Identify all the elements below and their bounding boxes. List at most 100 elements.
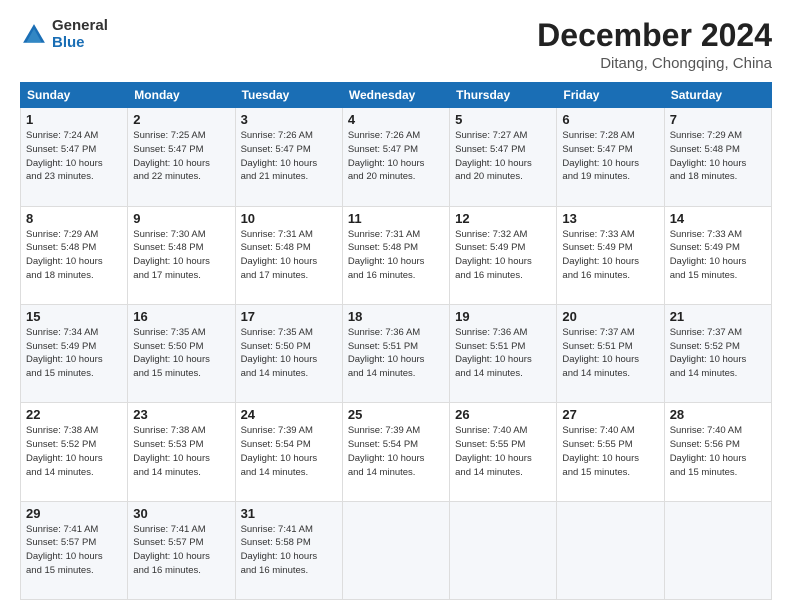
day-number: 3 [241,112,337,127]
day-number: 14 [670,211,766,226]
cell-info: Sunrise: 7:24 AMSunset: 5:47 PMDaylight:… [26,129,122,184]
calendar-row-5: 29Sunrise: 7:41 AMSunset: 5:57 PMDayligh… [21,501,772,599]
cell-info: Sunrise: 7:39 AMSunset: 5:54 PMDaylight:… [348,424,444,479]
calendar-cell: 23 Sunrise: 7:38 AMSunset: 5:53 PMDayligh… [128,403,235,501]
calendar-cell: 15Sunrise: 7:34 AMSunset: 5:49 PMDayligh… [21,304,128,402]
calendar-cell: 16Sunrise: 7:35 AMSunset: 5:50 PMDayligh… [128,304,235,402]
cell-info: Sunrise: 7:35 AMSunset: 5:50 PMDaylight:… [241,326,337,381]
calendar-cell: 25 Sunrise: 7:39 AMSunset: 5:54 PMDayligh… [342,403,449,501]
cell-info: Sunrise: 7:29 AMSunset: 5:48 PMDaylight:… [26,228,122,283]
calendar-cell: 29Sunrise: 7:41 AMSunset: 5:57 PMDayligh… [21,501,128,599]
cell-info: Sunrise: 7:33 AMSunset: 5:49 PMDaylight:… [670,228,766,283]
calendar-cell: 28 Sunrise: 7:40 AMSunset: 5:56 PMDayligh… [664,403,771,501]
calendar-cell: 11Sunrise: 7:31 AMSunset: 5:48 PMDayligh… [342,206,449,304]
day-number: 26 [455,407,551,422]
cell-info: Sunrise: 7:38 AMSunset: 5:53 PMDaylight:… [133,424,229,479]
header: General Blue December 2024 Ditang, Chong… [20,18,772,72]
cell-info: Sunrise: 7:26 AMSunset: 5:47 PMDaylight:… [241,129,337,184]
day-number: 12 [455,211,551,226]
logo-text: General Blue [52,18,108,51]
title-block: December 2024 Ditang, Chongqing, China [537,18,772,72]
calendar-cell: 6Sunrise: 7:28 AMSunset: 5:47 PMDaylight… [557,108,664,206]
col-thursday: Thursday [450,83,557,108]
day-number: 5 [455,112,551,127]
page: General Blue December 2024 Ditang, Chong… [0,0,792,612]
cell-info: Sunrise: 7:29 AMSunset: 5:48 PMDaylight:… [670,129,766,184]
logo: General Blue [20,18,108,51]
col-friday: Friday [557,83,664,108]
calendar-cell: 31 Sunrise: 7:41 AMSunset: 5:58 PMDayligh… [235,501,342,599]
cell-info: Sunrise: 7:27 AMSunset: 5:47 PMDaylight:… [455,129,551,184]
day-number: 24 [241,407,337,422]
day-number: 7 [670,112,766,127]
day-number: 9 [133,211,229,226]
day-number: 6 [562,112,658,127]
cell-info: Sunrise: 7:33 AMSunset: 5:49 PMDaylight:… [562,228,658,283]
cell-info: Sunrise: 7:31 AMSunset: 5:48 PMDaylight:… [241,228,337,283]
calendar-cell [557,501,664,599]
day-number: 31 [241,506,337,521]
calendar-cell: 9 Sunrise: 7:30 AMSunset: 5:48 PMDaylight… [128,206,235,304]
calendar-cell: 1 Sunrise: 7:24 AMSunset: 5:47 PMDaylight… [21,108,128,206]
calendar-cell: 20 Sunrise: 7:37 AMSunset: 5:51 PMDayligh… [557,304,664,402]
calendar-cell: 3 Sunrise: 7:26 AMSunset: 5:47 PMDaylight… [235,108,342,206]
calendar-cell: 12Sunrise: 7:32 AMSunset: 5:49 PMDayligh… [450,206,557,304]
cell-info: Sunrise: 7:26 AMSunset: 5:47 PMDaylight:… [348,129,444,184]
col-sunday: Sunday [21,83,128,108]
day-number: 1 [26,112,122,127]
calendar-cell: 13 Sunrise: 7:33 AMSunset: 5:49 PMDayligh… [557,206,664,304]
calendar-cell: 10Sunrise: 7:31 AMSunset: 5:48 PMDayligh… [235,206,342,304]
col-monday: Monday [128,83,235,108]
day-number: 4 [348,112,444,127]
day-number: 25 [348,407,444,422]
calendar-cell [450,501,557,599]
cell-info: Sunrise: 7:30 AMSunset: 5:48 PMDaylight:… [133,228,229,283]
calendar-table: Sunday Monday Tuesday Wednesday Thursday… [20,82,772,600]
day-number: 17 [241,309,337,324]
calendar-row-2: 8 Sunrise: 7:29 AMSunset: 5:48 PMDaylight… [21,206,772,304]
cell-info: Sunrise: 7:40 AMSunset: 5:55 PMDaylight:… [562,424,658,479]
day-number: 16 [133,309,229,324]
calendar-row-1: 1 Sunrise: 7:24 AMSunset: 5:47 PMDaylight… [21,108,772,206]
calendar-cell: 5 Sunrise: 7:27 AMSunset: 5:47 PMDaylight… [450,108,557,206]
cell-info: Sunrise: 7:37 AMSunset: 5:51 PMDaylight:… [562,326,658,381]
calendar-cell: 7 Sunrise: 7:29 AMSunset: 5:48 PMDaylight… [664,108,771,206]
day-number: 20 [562,309,658,324]
calendar-row-3: 15Sunrise: 7:34 AMSunset: 5:49 PMDayligh… [21,304,772,402]
col-tuesday: Tuesday [235,83,342,108]
calendar-cell: 22Sunrise: 7:38 AMSunset: 5:52 PMDayligh… [21,403,128,501]
col-wednesday: Wednesday [342,83,449,108]
day-number: 23 [133,407,229,422]
cell-info: Sunrise: 7:37 AMSunset: 5:52 PMDaylight:… [670,326,766,381]
calendar-cell: 8 Sunrise: 7:29 AMSunset: 5:48 PMDaylight… [21,206,128,304]
calendar-cell: 18Sunrise: 7:36 AMSunset: 5:51 PMDayligh… [342,304,449,402]
day-number: 29 [26,506,122,521]
cell-info: Sunrise: 7:34 AMSunset: 5:49 PMDaylight:… [26,326,122,381]
day-number: 13 [562,211,658,226]
calendar-cell: 17 Sunrise: 7:35 AMSunset: 5:50 PMDayligh… [235,304,342,402]
calendar-cell: 21 Sunrise: 7:37 AMSunset: 5:52 PMDayligh… [664,304,771,402]
cell-info: Sunrise: 7:40 AMSunset: 5:56 PMDaylight:… [670,424,766,479]
location: Ditang, Chongqing, China [537,55,772,72]
cell-info: Sunrise: 7:41 AMSunset: 5:58 PMDaylight:… [241,523,337,578]
calendar-cell [342,501,449,599]
cell-info: Sunrise: 7:38 AMSunset: 5:52 PMDaylight:… [26,424,122,479]
col-saturday: Saturday [664,83,771,108]
calendar-header-row: Sunday Monday Tuesday Wednesday Thursday… [21,83,772,108]
calendar-cell: 30Sunrise: 7:41 AMSunset: 5:57 PMDayligh… [128,501,235,599]
day-number: 21 [670,309,766,324]
month-title: December 2024 [537,18,772,53]
cell-info: Sunrise: 7:25 AMSunset: 5:47 PMDaylight:… [133,129,229,184]
day-number: 28 [670,407,766,422]
cell-info: Sunrise: 7:39 AMSunset: 5:54 PMDaylight:… [241,424,337,479]
cell-info: Sunrise: 7:40 AMSunset: 5:55 PMDaylight:… [455,424,551,479]
calendar-row-4: 22Sunrise: 7:38 AMSunset: 5:52 PMDayligh… [21,403,772,501]
day-number: 30 [133,506,229,521]
day-number: 2 [133,112,229,127]
logo-icon [20,21,48,49]
calendar-cell: 19Sunrise: 7:36 AMSunset: 5:51 PMDayligh… [450,304,557,402]
day-number: 8 [26,211,122,226]
calendar-cell: 26 Sunrise: 7:40 AMSunset: 5:55 PMDayligh… [450,403,557,501]
calendar-cell: 14 Sunrise: 7:33 AMSunset: 5:49 PMDayligh… [664,206,771,304]
day-number: 27 [562,407,658,422]
